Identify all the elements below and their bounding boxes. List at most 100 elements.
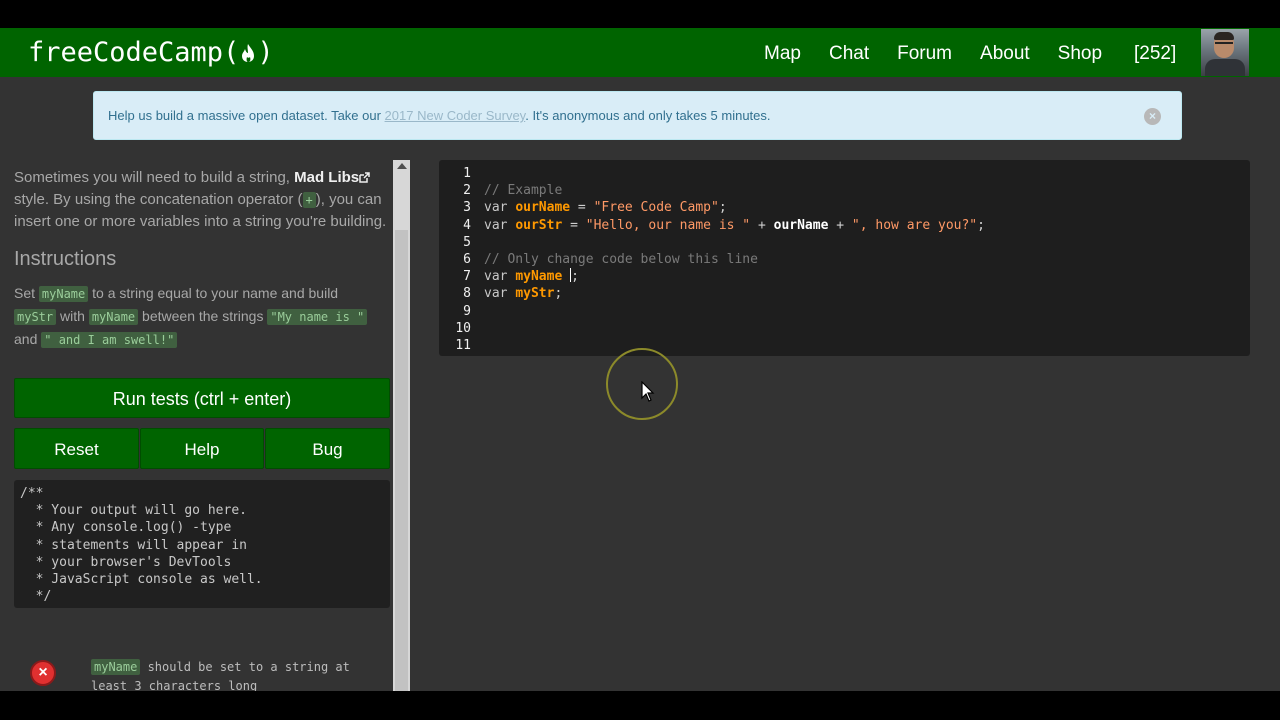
instr-code-my-name-is: "My name is " (267, 309, 368, 325)
instructions-text: Set myName to a string equal to your nam… (14, 282, 384, 351)
line-number: 8 (463, 286, 471, 302)
app-frame: freeCodeCamp() Map Chat Forum About Shop… (0, 28, 1280, 691)
scroll-up-arrow-icon[interactable] (397, 163, 407, 169)
nav-link-about[interactable]: About (980, 43, 1030, 65)
line-number: 9 (463, 303, 471, 319)
avatar-hair (1214, 32, 1234, 40)
test-description: myName should be set to a string at leas… (91, 658, 381, 691)
code-line-10[interactable] (484, 320, 1244, 337)
survey-link[interactable]: 2017 New Coder Survey (385, 108, 526, 123)
survey-alert: Help us build a massive open dataset. Ta… (93, 91, 1182, 140)
output-console[interactable]: /** * Your output will go here. * Any co… (14, 480, 390, 608)
instr-code-mystr: myStr (14, 309, 57, 325)
instr-code-myname-2: myName (88, 309, 139, 325)
code-semicolon: ; (718, 200, 727, 216)
code-string: "Hello, our name is " (585, 217, 751, 233)
lesson-panel: Sometimes you will need to build a strin… (0, 160, 393, 691)
line-number: 11 (455, 337, 471, 353)
code-semicolon: ; (554, 286, 563, 302)
navbar: freeCodeCamp() Map Chat Forum About Shop… (0, 28, 1280, 77)
desc-text-1: Sometimes you will need to build a strin… (14, 169, 295, 186)
user-avatar[interactable] (1201, 29, 1249, 76)
line-number: 5 (463, 234, 471, 250)
instr-text-2: to a string equal to your name and build (88, 285, 339, 301)
nav-link-chat[interactable]: Chat (829, 43, 869, 65)
nav-link-forum[interactable]: Forum (897, 43, 952, 65)
reset-button[interactable]: Reset (14, 428, 139, 469)
code-line-5[interactable] (484, 234, 1244, 251)
code-operator: + (828, 217, 852, 233)
brand-logo[interactable]: freeCodeCamp() (28, 37, 274, 68)
code-string: "Free Code Camp" (593, 200, 719, 216)
code-operator: = (570, 200, 594, 216)
instr-text-3: with (56, 308, 89, 324)
line-number-gutter: 1 2 3 4 5 6 7 8 9 10 11 (439, 165, 475, 354)
points-counter[interactable]: [252] (1134, 43, 1176, 65)
flame-icon (242, 44, 255, 62)
line-number: 7 (463, 269, 471, 285)
avatar-glasses (1215, 42, 1233, 46)
instr-text-5: and (14, 331, 42, 347)
code-line-9[interactable] (484, 303, 1244, 320)
code-keyword: var (484, 217, 508, 233)
brand-text: freeCodeCamp( (28, 37, 240, 68)
code-line-1[interactable] (484, 165, 1244, 182)
alert-text-after: . It's anonymous and only takes 5 minute… (525, 108, 771, 123)
brand-text-close: ) (257, 37, 274, 68)
code-semicolon: ; (571, 269, 579, 285)
line-number: 2 (463, 183, 471, 199)
code-line-3[interactable]: var ourName = "Free Code Camp"; (484, 199, 1244, 216)
instr-code-swell: " and I am swell!" (41, 332, 178, 348)
code-comment: // Example (484, 183, 563, 199)
line-number: 6 (463, 251, 471, 267)
run-tests-button[interactable]: Run tests (ctrl + enter) (14, 378, 390, 418)
help-button[interactable]: Help (140, 428, 264, 469)
alert-text: Help us build a massive open dataset. Ta… (108, 108, 771, 123)
code-operator: = (562, 217, 586, 233)
code-line-8[interactable]: var myStr; (484, 285, 1244, 302)
nav-link-map[interactable]: Map (764, 43, 801, 65)
code-line-4[interactable]: var ourStr = "Hello, our name is " + our… (484, 217, 1244, 234)
avatar-body (1205, 59, 1245, 76)
nav-links: Map Chat Forum About Shop (764, 43, 1130, 65)
alert-text-before: Help us build a massive open dataset. Ta… (108, 108, 385, 123)
code-line-11[interactable] (484, 337, 1244, 354)
code-variable: ourStr (515, 217, 563, 233)
code-variable: myStr (515, 286, 555, 302)
code-line-2[interactable]: // Example (484, 182, 1244, 199)
instr-code-myname: myName (38, 286, 89, 302)
code-line-7[interactable]: var myName ; (484, 268, 1244, 285)
code-semicolon: ; (977, 217, 985, 233)
code-reference: ourName (773, 217, 829, 233)
line-number: 4 (463, 217, 471, 233)
code-lines[interactable]: // Example var ourName = "Free Code Camp… (484, 165, 1244, 354)
lesson-scrollbar[interactable] (393, 160, 410, 691)
plus-operator-code: + (302, 191, 316, 208)
test-code-myname: myName (91, 659, 141, 675)
scroll-thumb[interactable] (395, 230, 408, 691)
mad-libs-link[interactable]: Mad Libs (294, 169, 359, 186)
close-icon[interactable]: × (1144, 108, 1161, 125)
desc-text-2: style. By using the concatenation operat… (14, 190, 303, 208)
external-link-icon (359, 172, 370, 183)
code-keyword: var (484, 200, 508, 216)
code-variable: myName (515, 269, 563, 285)
instructions-heading: Instructions (14, 248, 117, 270)
line-number: 10 (455, 320, 471, 336)
lesson-description: Sometimes you will need to build a strin… (14, 167, 393, 233)
code-operator: + (750, 217, 774, 233)
code-string: ", how are you?" (851, 217, 978, 233)
instr-text-4: between the strings (138, 308, 268, 324)
test-result-row: × myName should be set to a string at le… (30, 658, 390, 691)
code-line-6[interactable]: // Only change code below this line (484, 251, 1244, 268)
line-number: 3 (463, 200, 471, 216)
code-keyword: var (484, 269, 508, 285)
bug-button[interactable]: Bug (265, 428, 390, 469)
mouse-pointer-icon (641, 381, 655, 402)
code-editor[interactable]: 1 2 3 4 5 6 7 8 9 10 11 // Example var o… (439, 160, 1250, 356)
instr-text-1: Set (14, 285, 39, 301)
line-number: 1 (463, 166, 471, 181)
fail-icon: × (30, 660, 56, 686)
code-variable: ourName (515, 200, 571, 216)
nav-link-shop[interactable]: Shop (1058, 43, 1102, 65)
